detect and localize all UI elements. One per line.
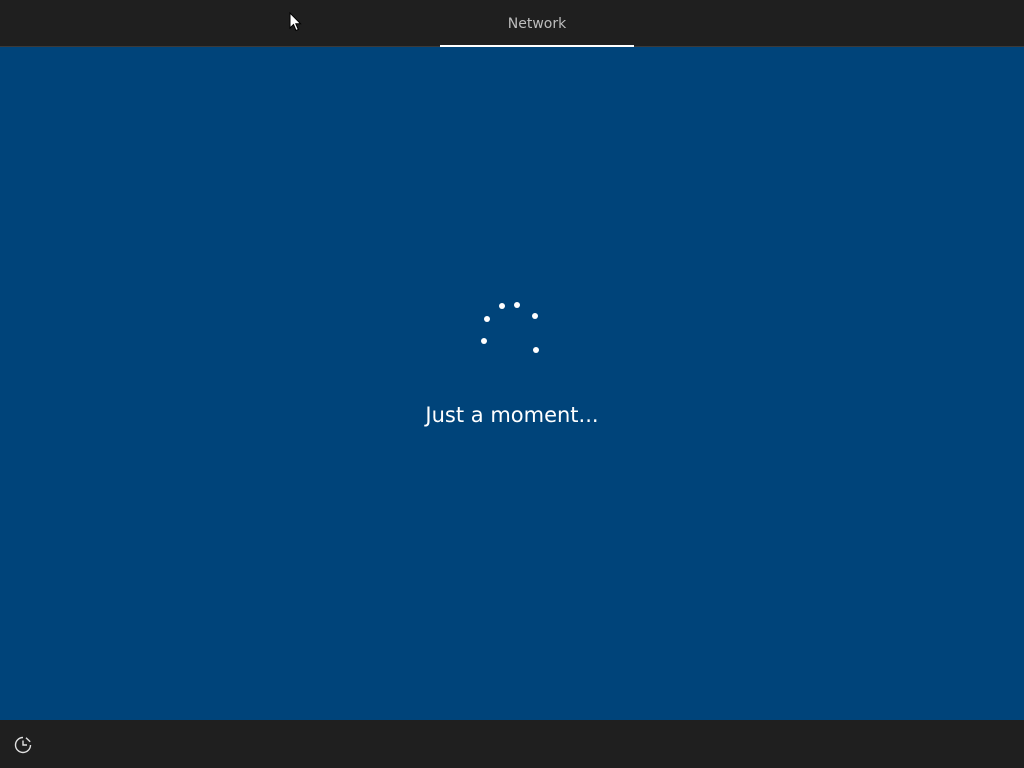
spinner-dot [499,303,505,309]
spinner-dot [484,316,490,322]
main-content: Just a moment... [0,47,1024,720]
bottom-bar [0,720,1024,768]
spinner-dot [481,338,487,344]
tab-network[interactable]: Network [440,0,634,46]
ease-of-access-icon[interactable] [12,734,34,756]
top-bar: Network [0,0,1024,47]
spinner-dot [533,347,539,353]
status-message: Just a moment... [425,403,599,427]
spinner-dot [514,302,520,308]
loading-spinner-icon [481,302,539,353]
spinner-dot [532,313,538,319]
